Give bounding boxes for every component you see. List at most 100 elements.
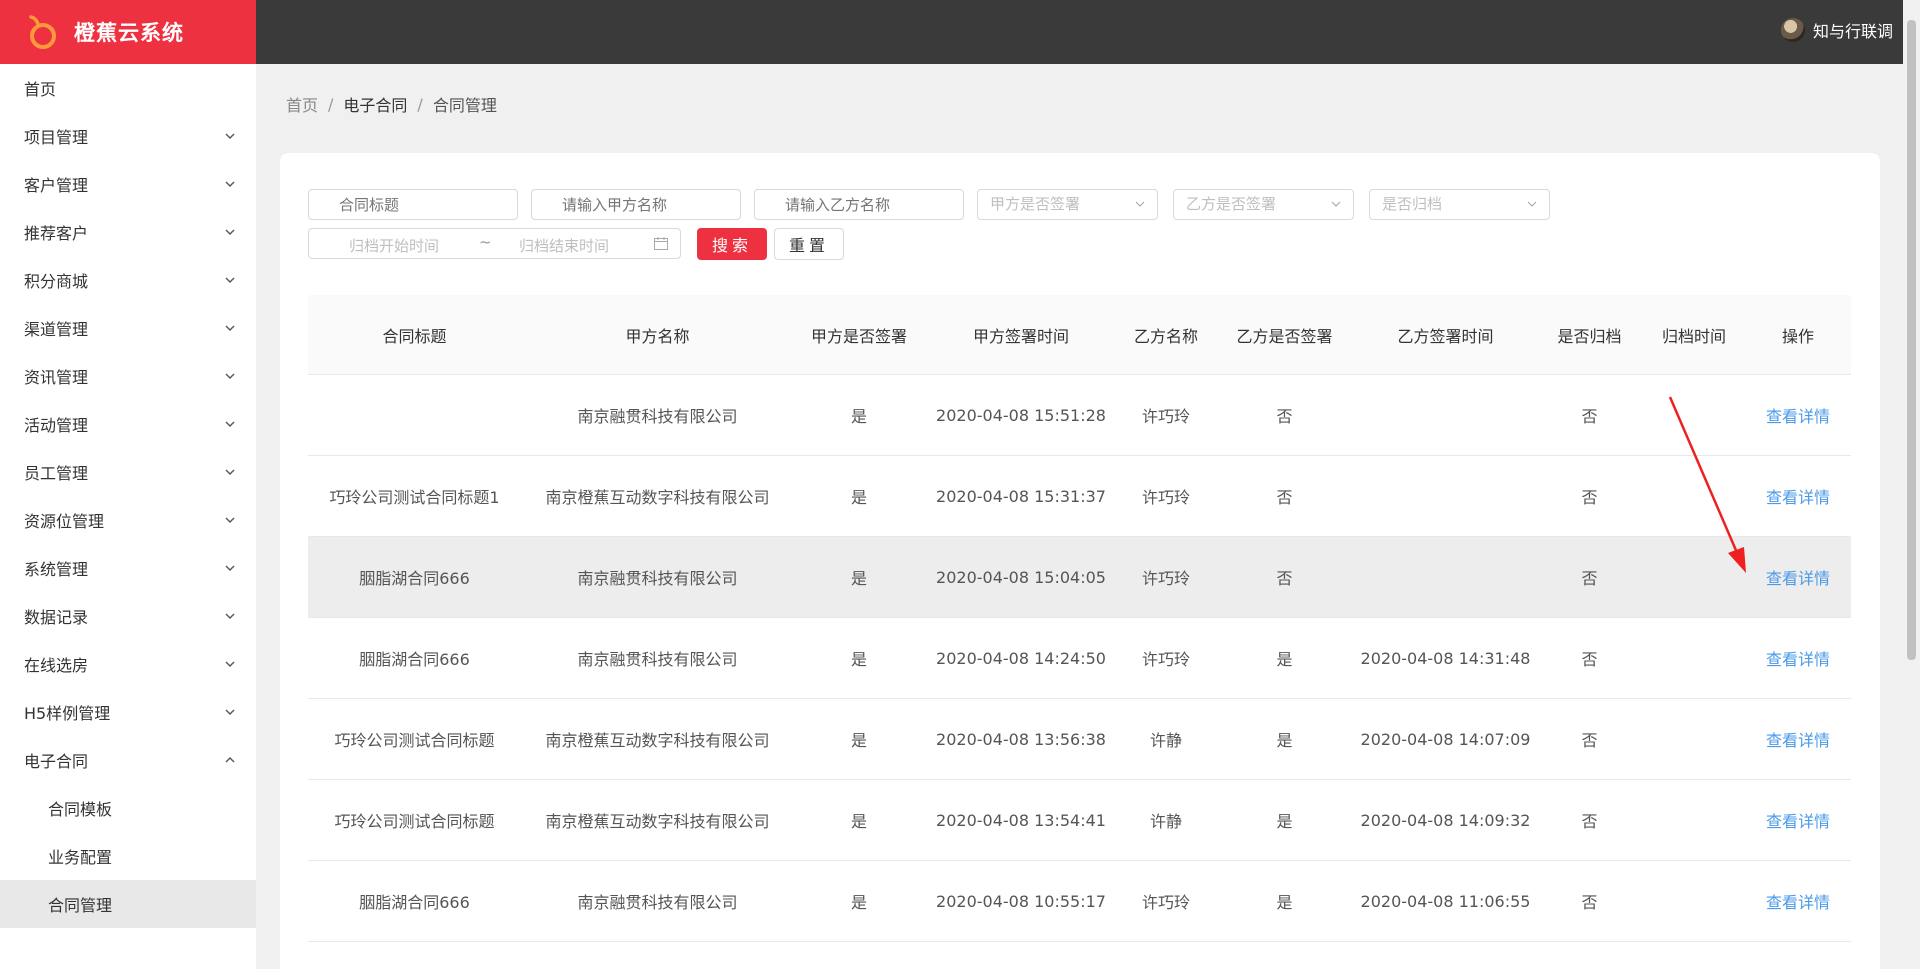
sidebar-subitem[interactable]: 合同管理 [0,880,256,928]
view-details-link[interactable]: 查看详情 [1745,889,1851,913]
table-cell: 南京橙蕉互动数字科技有限公司 [545,488,770,507]
chevron-down-icon [225,661,235,667]
view-details-link[interactable]: 查看详情 [1745,727,1851,751]
table-cell: 巧玲公司测试合同标题 [334,812,495,831]
archived-select[interactable]: 是否归档 [1369,189,1550,220]
sidebar-item[interactable]: 资讯管理 [0,352,256,400]
contract-title-input[interactable] [308,189,518,220]
sidebar-item[interactable]: 在线选房 [0,640,256,688]
view-details-link[interactable]: 查看详情 [1745,484,1851,508]
sidebar-subitem-label: 业务配置 [48,848,113,867]
column-header: 甲方签署时间 [972,326,1069,346]
sidebar-item[interactable]: 员工管理 [0,448,256,496]
table-row: 胭脂湖合同666 南京融贯科技有限公司 是 2020-04-08 14:24:50 许巧… [308,618,1851,699]
chevron-down-icon [1331,201,1341,207]
sidebar-item[interactable]: 渠道管理 [0,304,256,352]
scrollbar-thumb[interactable] [1907,20,1916,660]
archive-date-range-picker[interactable]: 归档开始时间 ~ 归档结束时间 [308,228,681,259]
search-button[interactable]: 搜索 [697,228,767,260]
calendar-icon [654,237,668,250]
table-cell: 2020-04-08 10:55:17 [936,891,1106,911]
table-cell: 巧玲公司测试合同标题 [334,731,495,750]
table-cell: 2020-04-08 13:54:41 [936,810,1106,830]
column-header: 合同标题 [382,326,447,346]
breadcrumb: 首页 / 电子合同 / 合同管理 [286,92,497,116]
table-row: 胭脂湖合同666 南京融贯科技有限公司 是 2020-04-08 15:04:05 许巧… [308,537,1851,618]
vertical-scrollbar[interactable] [1903,0,1920,969]
sidebar-item[interactable]: H5样例管理 [0,688,256,736]
table-cell: 是 [1276,893,1293,912]
contracts-table: 合同标题 甲方名称 甲方是否签署 甲方签署时间 乙方名称 乙方是否签署 乙方签署时间 是否归档… [308,295,1851,942]
party-a-signed-select[interactable]: 甲方是否签署 [977,189,1158,220]
view-details-link[interactable]: 查看详情 [1745,403,1851,427]
sidebar-item[interactable]: 项目管理 [0,112,256,160]
sidebar-item[interactable]: 活动管理 [0,400,256,448]
table-cell: 是 [850,812,867,831]
table-cell: 许巧玲 [1141,569,1190,588]
view-details-link[interactable]: 查看详情 [1745,646,1851,670]
chevron-down-icon [225,709,235,715]
table-cell: 南京融贯科技有限公司 [577,893,738,912]
sidebar-item[interactable]: 积分商城 [0,256,256,304]
table-cell: 是 [850,569,867,588]
sidebar-item[interactable]: 客户管理 [0,160,256,208]
sidebar-item[interactable]: 推荐客户 [0,208,256,256]
column-header: 是否归档 [1557,326,1622,346]
table-cell: 巧玲公司测试合同标题1 [329,488,500,507]
table-cell: 胭脂湖合同666 [359,893,470,912]
table-cell: 2020-04-08 15:51:28 [936,405,1106,425]
archive-end-placeholder[interactable]: 归档结束时间 [519,235,609,256]
party-a-name-input[interactable] [531,189,741,220]
table-cell: 许静 [1149,731,1182,750]
table-cell: 许静 [1149,812,1182,831]
table-cell: 否 [1276,407,1293,426]
view-details-link[interactable]: 查看详情 [1745,565,1851,589]
sidebar: 橙蕉云系统 首页项目管理客户管理推荐客户 积分商城 渠道管理 资讯管理 活动管理 员工管理… [0,0,256,969]
sidebar-subitem[interactable]: 业务配置 [0,832,256,880]
chevron-down-icon [225,325,235,331]
app-name: 橙蕉云系统 [74,21,184,45]
table-row: 南京融贯科技有限公司 是 2020-04-08 15:51:28 许巧玲 否 否 查看详情 [308,375,1851,456]
orange-logo-icon [29,15,56,49]
sidebar-item-label: 客户管理 [24,176,89,195]
breadcrumb-parent[interactable]: 电子合同 [343,92,407,116]
archive-start-placeholder[interactable]: 归档开始时间 [349,235,439,256]
sidebar-item[interactable]: 数据记录 [0,592,256,640]
chevron-down-icon [225,277,235,283]
table-cell: 否 [1581,407,1598,426]
chevron-down-icon [225,181,235,187]
table-row: 巧玲公司测试合同标题 南京橙蕉互动数字科技有限公司 是 2020-04-08 13:5… [308,699,1851,780]
range-separator: ~ [479,233,492,251]
view-details-link[interactable]: 查看详情 [1745,808,1851,832]
table-cell: 是 [1276,731,1293,750]
column-header: 乙方签署时间 [1397,326,1494,346]
reset-button[interactable]: 重置 [774,228,844,260]
top-header: 知与行联调 [256,0,1920,64]
breadcrumb-home[interactable]: 首页 [286,92,318,116]
table-cell: 2020-04-08 13:56:38 [936,729,1106,749]
chevron-down-icon [225,517,235,523]
column-header: 乙方是否签署 [1236,326,1333,346]
sidebar-item-label: 数据记录 [24,608,89,627]
table-cell: 否 [1276,488,1293,507]
party-b-signed-select[interactable]: 乙方是否签署 [1173,189,1354,220]
avatar[interactable] [1780,18,1805,42]
sidebar-item[interactable]: 电子合同 [0,736,256,784]
sidebar-item[interactable]: 系统管理 [0,544,256,592]
app-logo[interactable]: 橙蕉云系统 [0,0,256,64]
table-cell: 南京橙蕉互动数字科技有限公司 [545,731,770,750]
user-menu[interactable]: 知与行联调 [1780,18,1893,42]
breadcrumb-separator: / [328,94,334,114]
sidebar-item[interactable]: 首页 [0,64,256,112]
sidebar-subitem[interactable]: 合同模板 [0,784,256,832]
chevron-down-icon [1135,201,1145,207]
table-cell: 是 [850,488,867,507]
sidebar-item-label: 项目管理 [24,128,89,147]
column-header: 乙方名称 [1133,326,1198,346]
table-cell: 2020-04-08 14:07:09 [1360,729,1531,749]
sidebar-item[interactable]: 资源位管理 [0,496,256,544]
table-cell: 否 [1581,650,1598,669]
party-b-name-input[interactable] [754,189,964,220]
chevron-down-icon [1527,201,1537,207]
archived-placeholder: 是否归档 [1382,195,1443,213]
